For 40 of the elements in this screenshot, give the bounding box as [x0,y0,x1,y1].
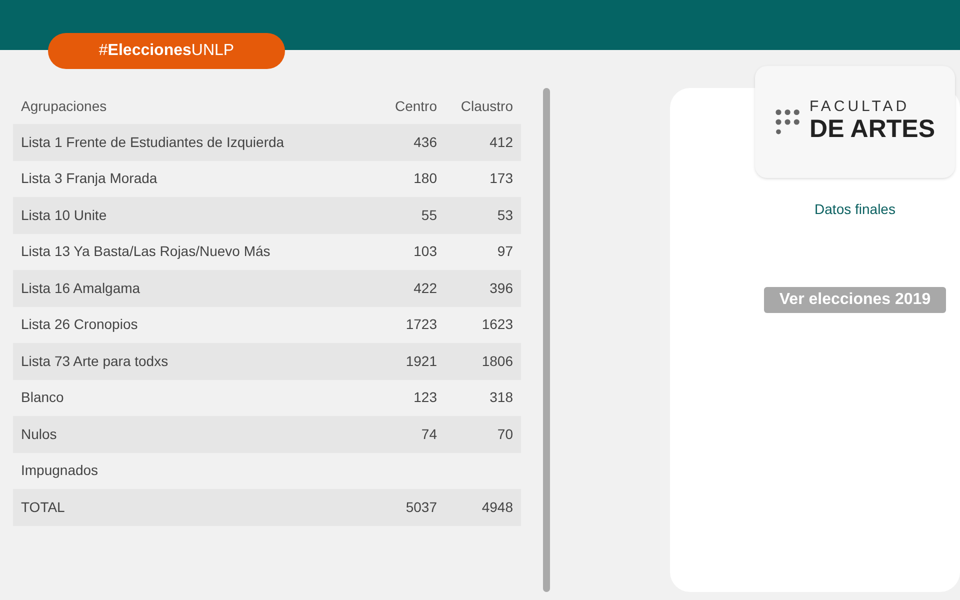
table-cell-text: 70 [496,424,514,444]
table-cell-text: 396 [488,278,514,298]
table-cell-text: Lista 26 Cronopios [20,315,139,334]
table-cell-text: Lista 10 Unite [20,206,108,225]
hashtag-badge: #EleccionesUNLP [48,33,285,69]
table-cell-text: 436 [412,132,437,152]
table-cell-text: 97 [496,242,514,262]
table-cell-text: 74 [420,424,437,444]
logo-text: FACULTAD [810,98,911,114]
table-cell-text: 412 [488,132,514,152]
table-cell-text: 5037 [404,498,437,517]
table-cell-text: Lista 13 Ya Basta/Las Rojas/Nuevo Más [20,242,272,262]
table-cell-text: 1723 [404,315,437,334]
table-cell-text: 123 [412,388,437,408]
table-cell-text: 318 [488,388,514,408]
table-cell-text: 1921 [404,352,437,371]
table-cell-text: 1623 [480,315,514,334]
elections-button[interactable]: Ver elecciones 2019 [764,287,946,313]
table-cell-text: 1806 [480,352,514,371]
table-cell-text: Lista 16 Amalgama [20,278,142,298]
table-cell-text: 173 [488,169,514,188]
status-text: Datos finales [814,200,896,219]
table-cell-text: Blanco [20,388,65,408]
table-cell-text: TOTAL [20,498,66,517]
table-cell-text: 53 [496,206,514,225]
table-cell-text: 55 [420,206,437,225]
table-cell-text: 4948 [480,498,514,517]
table-cell-text: 103 [412,242,437,262]
logo-text: DE ARTES [810,114,935,145]
column-header: Agrupaciones [20,96,108,116]
table-cell-text: Nulos [20,424,58,444]
table-cell-text: Impugnados [20,461,100,480]
column-header: Claustro [460,96,514,116]
table-cell-text: Lista 3 Franja Morada [20,169,158,188]
column-header: Centro [394,96,437,116]
table-cell-text: 180 [412,169,437,188]
table-cell-text: Lista 1 Frente de Estudiantes de Izquierda [20,132,286,152]
table-cell-text: Lista 73 Arte para todxs [20,352,170,371]
table-cell-text: 422 [412,278,437,298]
scrollbar[interactable] [543,88,550,592]
